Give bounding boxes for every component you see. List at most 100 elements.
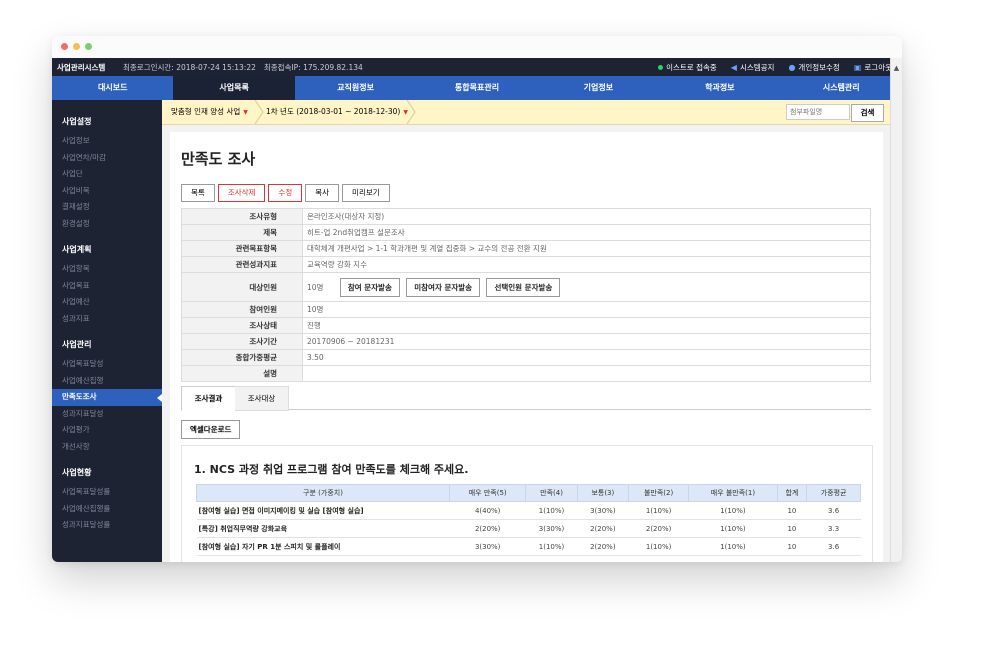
nav-system[interactable]: 시스템관리 bbox=[781, 76, 902, 100]
table-cell: 3.6 bbox=[806, 537, 861, 556]
sidebar-section-settings: 사업설정 bbox=[62, 117, 92, 126]
search-button[interactable]: 검색 bbox=[851, 104, 884, 122]
sidebar-item[interactable]: 성과지표 bbox=[52, 311, 162, 328]
column-header: 매우 만족(5) bbox=[448, 484, 527, 502]
attachment-search-input[interactable] bbox=[786, 104, 850, 120]
breadcrumb-year[interactable]: 1차 년도 (2018-03-01 ~ 2018-12-30) ▼ bbox=[266, 100, 408, 125]
table-cell: 10 bbox=[777, 501, 807, 520]
lock-icon: ▣ bbox=[853, 62, 862, 72]
page-title: 만족도 조사 bbox=[181, 150, 256, 168]
edit-button[interactable]: 수정 bbox=[268, 184, 303, 202]
table-cell: 3(30%) bbox=[577, 501, 629, 520]
info-label: 관련목표항목 bbox=[181, 240, 303, 257]
table-cell: 10 bbox=[777, 537, 807, 556]
sidebar-item[interactable]: 성과지표달성 bbox=[52, 406, 162, 423]
sidebar-item[interactable]: 성과지표달성률 bbox=[52, 517, 162, 534]
sms-nonparticipants-button[interactable]: 미참여자 문자발송 bbox=[406, 277, 481, 297]
nav-department[interactable]: 학과정보 bbox=[659, 76, 780, 100]
status-badge: 진행 bbox=[302, 317, 871, 334]
profile-link[interactable]: ● 개인정보수정 bbox=[788, 62, 839, 73]
table-cell: 1(10%) bbox=[525, 501, 578, 520]
info-value bbox=[302, 365, 871, 382]
table-cell: 4(40%) bbox=[449, 501, 526, 520]
sidebar-section-manage: 사업관리 bbox=[62, 340, 92, 349]
table-cell: 3.3 bbox=[806, 519, 861, 538]
table-cell: 2(20%) bbox=[628, 519, 689, 538]
last-login: 최종로그인시간: 2018-07-24 15:13:22 bbox=[123, 62, 256, 72]
sidebar-item[interactable]: 사업예산 bbox=[52, 294, 162, 311]
table-cell: 1(10%) bbox=[688, 519, 778, 538]
sidebar-item[interactable]: 결재설정 bbox=[52, 199, 162, 216]
info-value: 20170906 ~ 20181231 bbox=[302, 333, 871, 350]
minimize-window-dot[interactable] bbox=[73, 43, 80, 50]
table-row: [참여형 실습] 자기 PR 1분 스피치 및 롤플레이 3(30%) 1(10… bbox=[196, 537, 861, 556]
column-header: 보통(3) bbox=[576, 484, 630, 502]
info-value: 히트-업 2nd취업캠프 설문조사 bbox=[302, 224, 871, 241]
app-window: 사업관리시스템 최종로그인시간: 2018-07-24 15:13:22 최종접… bbox=[52, 36, 902, 562]
info-label: 참여인원 bbox=[181, 301, 303, 318]
sms-selected-button[interactable]: 선택인원 문자발송 bbox=[486, 277, 561, 297]
sidebar-item[interactable]: 사업목표 bbox=[52, 278, 162, 295]
info-label: 종합가중평균 bbox=[181, 349, 303, 366]
question-title: 1. NCS 과정 취업 프로그램 참여 만족도를 체크해 주세요. bbox=[194, 463, 469, 476]
copy-button[interactable]: 복사 bbox=[305, 184, 340, 202]
info-label: 조사기간 bbox=[181, 333, 303, 350]
sidebar-item[interactable]: 사업목표달성률 bbox=[52, 484, 162, 501]
nav-projects[interactable]: 사업목록 bbox=[173, 76, 295, 100]
table-cell: 10 bbox=[777, 519, 807, 538]
sidebar-item[interactable]: 환경설정 bbox=[52, 216, 162, 233]
sidebar-item-satisfaction-survey[interactable]: 만족도조사 bbox=[52, 389, 162, 406]
tab-bar: 조사결과 조사대상 bbox=[181, 386, 871, 411]
system-name[interactable]: 사업관리시스템 bbox=[52, 62, 117, 73]
sms-participants-button[interactable]: 참여 문자발송 bbox=[339, 277, 400, 297]
tab-targets[interactable]: 조사대상 bbox=[235, 386, 289, 411]
table-cell: 2(20%) bbox=[449, 519, 526, 538]
sidebar-item[interactable]: 사업연차/마감 bbox=[52, 150, 162, 167]
sidebar-item[interactable]: 사업목표달성 bbox=[52, 356, 162, 373]
column-header: 불만족(2) bbox=[627, 484, 690, 502]
maximize-window-dot[interactable] bbox=[85, 43, 92, 50]
table-cell: 1(10%) bbox=[688, 537, 778, 556]
close-window-dot[interactable] bbox=[61, 43, 68, 50]
table-row: [참여형 실습] 면접 이미지메이킹 및 실습 [참여형 실습] 4(40%) … bbox=[196, 501, 861, 520]
sidebar-item[interactable]: 사업단 bbox=[52, 166, 162, 183]
nav-staff[interactable]: 교직원정보 bbox=[295, 76, 416, 100]
sidebar-item[interactable]: 사업비목 bbox=[52, 183, 162, 200]
last-ip: 최종접속IP: 175.209.82.134 bbox=[263, 62, 363, 72]
action-buttons: 목록 조사삭제 수정 복사 미리보기 bbox=[181, 184, 390, 202]
info-value: 3.50 bbox=[302, 349, 871, 366]
sidebar-item[interactable]: 사업정보 bbox=[52, 133, 162, 150]
sidebar-item[interactable]: 개선사항 bbox=[52, 439, 162, 456]
breadcrumb: 맞춤형 인재 양성 사업 ▼ 1차 년도 (2018-03-01 ~ 2018-1… bbox=[162, 100, 891, 125]
excel-download-button[interactable]: 엑셀다운로드 bbox=[181, 420, 241, 439]
sidebar-section-plan: 사업계획 bbox=[62, 245, 92, 254]
column-header: 만족(4) bbox=[525, 484, 578, 502]
info-label: 설명 bbox=[181, 365, 303, 382]
megaphone-icon: ◀ bbox=[730, 62, 737, 72]
sidebar-item[interactable]: 사업예산집행률 bbox=[52, 501, 162, 518]
table-cell: 2(20%) bbox=[577, 519, 629, 538]
logout-link[interactable]: ▣ 로그아웃 bbox=[854, 62, 892, 73]
sidebar-item[interactable]: 사업평가 bbox=[52, 422, 162, 439]
tab-results[interactable]: 조사결과 bbox=[181, 386, 236, 411]
breadcrumb-project[interactable]: 맞춤형 인재 양성 사업 ▼ bbox=[171, 100, 248, 125]
nav-company[interactable]: 기업정보 bbox=[538, 76, 659, 100]
scroll-up-icon[interactable]: ▲ bbox=[891, 58, 902, 78]
sidebar-item[interactable]: 사업예산집행 bbox=[52, 373, 162, 390]
info-label: 대상인원 bbox=[181, 272, 303, 302]
breadcrumb-separator-icon bbox=[254, 100, 264, 124]
nav-dashboard[interactable]: 대시보드 bbox=[52, 76, 173, 100]
sidebar-item[interactable]: 사업항목 bbox=[52, 261, 162, 278]
page-scrollbar[interactable]: ▲ bbox=[890, 58, 902, 562]
table-cell: 1(10%) bbox=[525, 537, 578, 556]
column-header: 가중평균 bbox=[806, 484, 861, 502]
table-cell: 3(30%) bbox=[525, 519, 578, 538]
survey-info-table: 조사유형 온라인조사(대상자 지정) 제목 히트-업 2nd취업캠프 설문조사 관련… bbox=[181, 208, 871, 382]
list-button[interactable]: 목록 bbox=[181, 184, 215, 202]
top-bar: 사업관리시스템 최종로그인시간: 2018-07-24 15:13:22 최종접… bbox=[52, 58, 902, 76]
preview-button[interactable]: 미리보기 bbox=[342, 184, 390, 202]
delete-survey-button[interactable]: 조사삭제 bbox=[217, 184, 266, 202]
notice-link[interactable]: ◀ 시스템공지 bbox=[731, 62, 775, 73]
nav-goals[interactable]: 통합목표관리 bbox=[416, 76, 537, 100]
question-box: 1. NCS 과정 취업 프로그램 참여 만족도를 체크해 주세요. 구분 (가… bbox=[181, 445, 873, 562]
